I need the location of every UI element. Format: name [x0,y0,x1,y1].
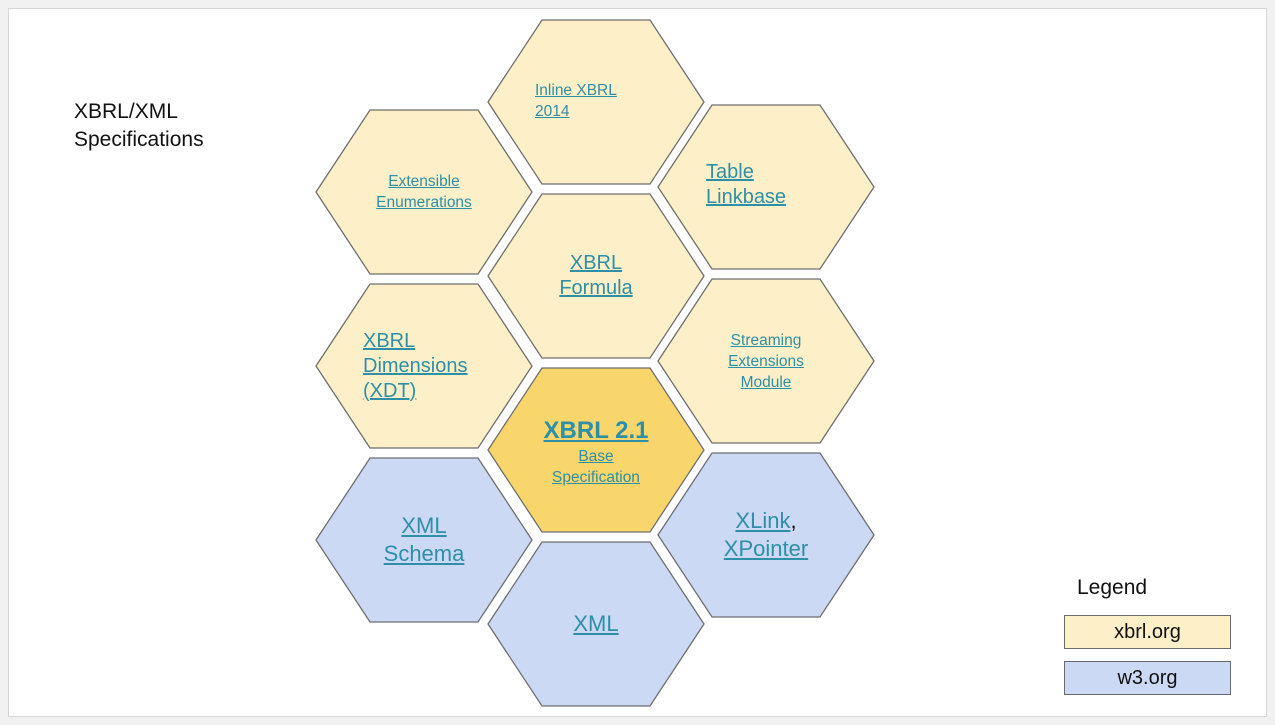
link-table-linkbase-line2[interactable]: Linkbase [706,185,786,210]
link-xbrl-dimensions-line2[interactable]: Dimensions [363,354,467,379]
legend-label-w3-org: w3.org [1117,666,1178,689]
link-xml-schema-line2[interactable]: Schema [384,540,465,568]
link-inline-xbrl-line2[interactable]: 2014 [535,101,569,122]
link-xml[interactable]: XML [573,610,618,638]
link-streaming-line1[interactable]: Streaming [731,330,802,351]
link-xlink[interactable]: XLink [735,508,790,533]
hex-xml: XML [487,541,705,707]
link-table-linkbase-line1[interactable]: Table [706,160,754,185]
link-extensible-enumerations-line2[interactable]: Enumerations [376,192,472,213]
link-xbrl-21[interactable]: XBRL 2.1 [544,416,649,446]
link-xbrl-dimensions-line1[interactable]: XBRL [363,329,415,354]
link-inline-xbrl-line1[interactable]: Inline XBRL [535,80,617,101]
link-extensible-enumerations-line1[interactable]: Extensible [388,171,460,192]
legend-label-xbrl-org: xbrl.org [1114,620,1181,643]
link-xbrl-dimensions-line3[interactable]: (XDT) [363,379,416,404]
link-streaming-line2[interactable]: Extensions [728,351,804,372]
legend-title: Legend [1077,576,1148,599]
link-xbrl-formula-line2[interactable]: Formula [559,276,632,301]
legend-item-xbrl-org: xbrl.org [1064,615,1231,649]
link-xpointer[interactable]: XPointer [724,535,808,563]
link-xml-schema-line1[interactable]: XML [401,512,446,540]
link-xbrl-formula-line1[interactable]: XBRL [570,251,622,276]
link-base-specification-line2[interactable]: Specification [552,467,640,488]
link-streaming-line3[interactable]: Module [741,372,792,393]
legend-item-w3-org: w3.org [1064,661,1231,695]
link-base-specification-line1[interactable]: Base [578,446,613,467]
comma-separator: , [790,508,797,533]
page-title: XBRL/XML Specifications [74,100,204,151]
